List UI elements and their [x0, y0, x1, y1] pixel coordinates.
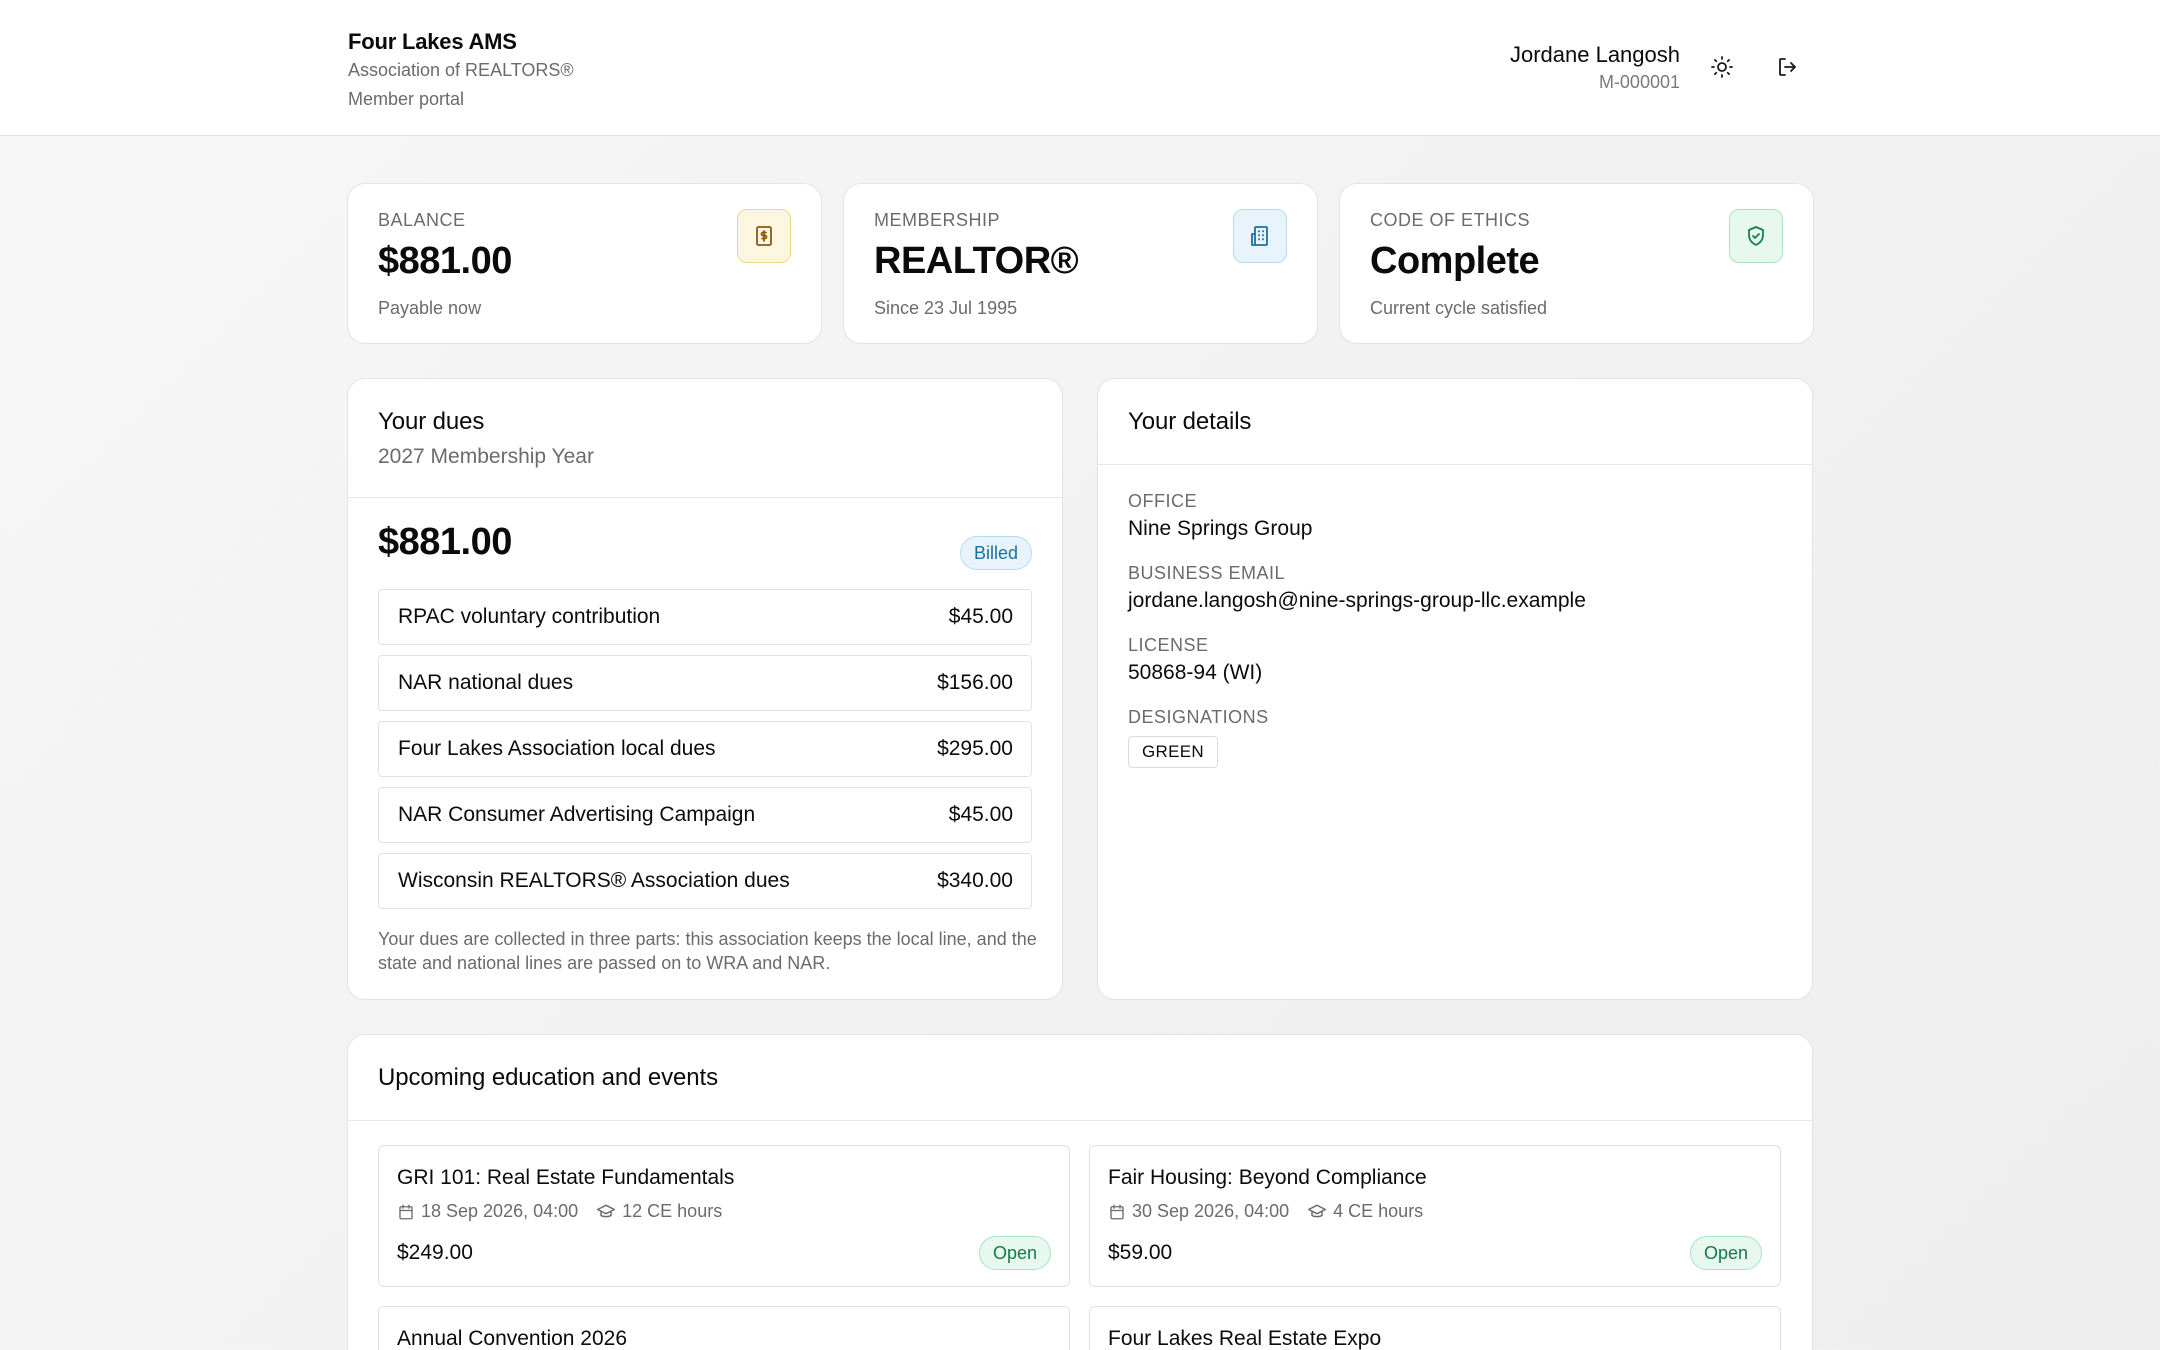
dues-line-item: Four Lakes Association local dues $295.0…: [378, 721, 1032, 777]
office-value: Nine Springs Group: [1128, 517, 1313, 540]
dues-title: Your dues: [378, 408, 485, 435]
org-subtitle: Association of REALTORS®: [348, 60, 574, 80]
stat-sub: Current cycle satisfied: [1370, 298, 1548, 318]
email-label: BUSINESS EMAIL: [1128, 563, 1286, 583]
stat-value: Complete: [1370, 240, 1540, 282]
events-title: Upcoming education and events: [378, 1064, 718, 1091]
stat-label: MEMBERSHIP: [874, 210, 1001, 230]
building-icon: [1233, 209, 1287, 263]
event-card[interactable]: Annual Convention 2026: [378, 1306, 1070, 1350]
stat-sub: Since 23 Jul 1995: [874, 298, 1018, 318]
designations-label: DESIGNATIONS: [1128, 707, 1269, 727]
line-item-amount: $45.00: [948, 803, 1013, 826]
dollar-document-icon: [737, 209, 791, 263]
event-meta: 30 Sep 2026, 04:00 4 CE hours: [1108, 1201, 1423, 1222]
sun-icon: [1711, 56, 1733, 78]
stat-value: REALTOR®: [874, 240, 1079, 282]
line-item-name: RPAC voluntary contribution: [398, 605, 661, 628]
event-meta: 18 Sep 2026, 04:00 12 CE hours: [397, 1201, 722, 1222]
dues-card: Your dues 2027 Membership Year $881.00 B…: [347, 378, 1063, 1000]
event-card[interactable]: GRI 101: Real Estate Fundamentals 18 Sep…: [378, 1145, 1070, 1287]
user-name: Jordane Langosh: [1509, 42, 1680, 67]
ethics-card: CODE OF ETHICS Complete Current cycle sa…: [1339, 183, 1814, 344]
event-hours: 12 CE hours: [622, 1201, 723, 1221]
event-title: Fair Housing: Beyond Compliance: [1108, 1166, 1427, 1189]
dues-line-item: Wisconsin REALTORS® Association dues $34…: [378, 853, 1032, 909]
brand: Four Lakes AMS Association of REALTORS® …: [348, 28, 574, 114]
divider: [1098, 464, 1812, 465]
event-date: 18 Sep 2026, 04:00: [421, 1201, 579, 1221]
event-card[interactable]: Four Lakes Real Estate Expo: [1089, 1306, 1781, 1350]
dues-line-item: RPAC voluntary contribution $45.00: [378, 589, 1032, 645]
designation-tag: GREEN: [1128, 736, 1218, 768]
line-item-name: Four Lakes Association local dues: [398, 737, 716, 760]
status-badge: Billed: [959, 536, 1032, 570]
membership-card: MEMBERSHIP REALTOR® Since 23 Jul 1995: [843, 183, 1318, 344]
stat-value: $881.00: [378, 240, 512, 282]
event-card[interactable]: Fair Housing: Beyond Compliance 30 Sep 2…: [1089, 1145, 1781, 1287]
event-title: Annual Convention 2026: [397, 1327, 628, 1350]
shield-check-icon: [1729, 209, 1783, 263]
dues-total: $881.00: [378, 521, 512, 563]
line-item-amount: $156.00: [937, 671, 1013, 694]
stat-sub: Payable now: [378, 298, 482, 318]
line-item-amount: $295.00: [937, 737, 1013, 760]
events-card: Upcoming education and events GRI 101: R…: [347, 1034, 1813, 1350]
portal-label: Member portal: [348, 89, 465, 109]
event-hours: 4 CE hours: [1333, 1201, 1424, 1221]
calendar-icon: [1108, 1203, 1126, 1221]
logout-icon: [1779, 58, 1796, 76]
status-badge: Open: [978, 1236, 1051, 1270]
user-info: Jordane Langosh M-000001: [1510, 40, 1680, 94]
status-badge: Open: [1689, 1236, 1762, 1270]
event-price: $59.00: [1108, 1241, 1173, 1264]
balance-card: BALANCE $881.00 Payable now: [347, 183, 822, 344]
office-label: OFFICE: [1128, 491, 1197, 511]
line-item-amount: $45.00: [948, 605, 1013, 628]
event-price: $249.00: [397, 1241, 473, 1264]
dues-note: Your dues are collected in three parts: …: [378, 929, 1037, 973]
line-item-name: Wisconsin REALTORS® Association dues: [398, 869, 790, 892]
calendar-icon: [397, 1203, 415, 1221]
graduation-cap-icon: [596, 1202, 616, 1222]
details-card: Your details OFFICE Nine Springs Group B…: [1097, 378, 1813, 1000]
theme-toggle-button[interactable]: [1702, 47, 1742, 87]
line-item-amount: $340.00: [937, 869, 1013, 892]
line-item-name: NAR national dues: [398, 671, 574, 694]
event-date: 30 Sep 2026, 04:00: [1132, 1201, 1290, 1221]
email-value[interactable]: jordane.langosh@nine-springs-group-llc.e…: [1128, 589, 1586, 613]
event-title: Four Lakes Real Estate Expo: [1108, 1327, 1382, 1350]
stat-label: BALANCE: [378, 210, 466, 230]
stat-label: CODE OF ETHICS: [1370, 210, 1531, 230]
dues-subtitle: 2027 Membership Year: [378, 445, 594, 468]
top-header: Four Lakes AMS Association of REALTORS® …: [0, 0, 2160, 136]
member-id: M-000001: [1598, 72, 1680, 92]
license-value: 50868-94 (WI): [1128, 661, 1263, 684]
details-title: Your details: [1128, 408, 1252, 435]
logout-button[interactable]: [1768, 47, 1808, 87]
line-item-name: NAR Consumer Advertising Campaign: [398, 803, 756, 826]
divider: [348, 497, 1062, 498]
dues-line-item: NAR national dues $156.00: [378, 655, 1032, 711]
dues-line-item: NAR Consumer Advertising Campaign $45.00: [378, 787, 1032, 843]
license-label: LICENSE: [1128, 635, 1209, 655]
event-title: GRI 101: Real Estate Fundamentals: [397, 1166, 735, 1189]
org-name: Four Lakes AMS: [348, 29, 517, 54]
graduation-cap-icon: [1307, 1202, 1327, 1222]
divider: [348, 1120, 1812, 1121]
